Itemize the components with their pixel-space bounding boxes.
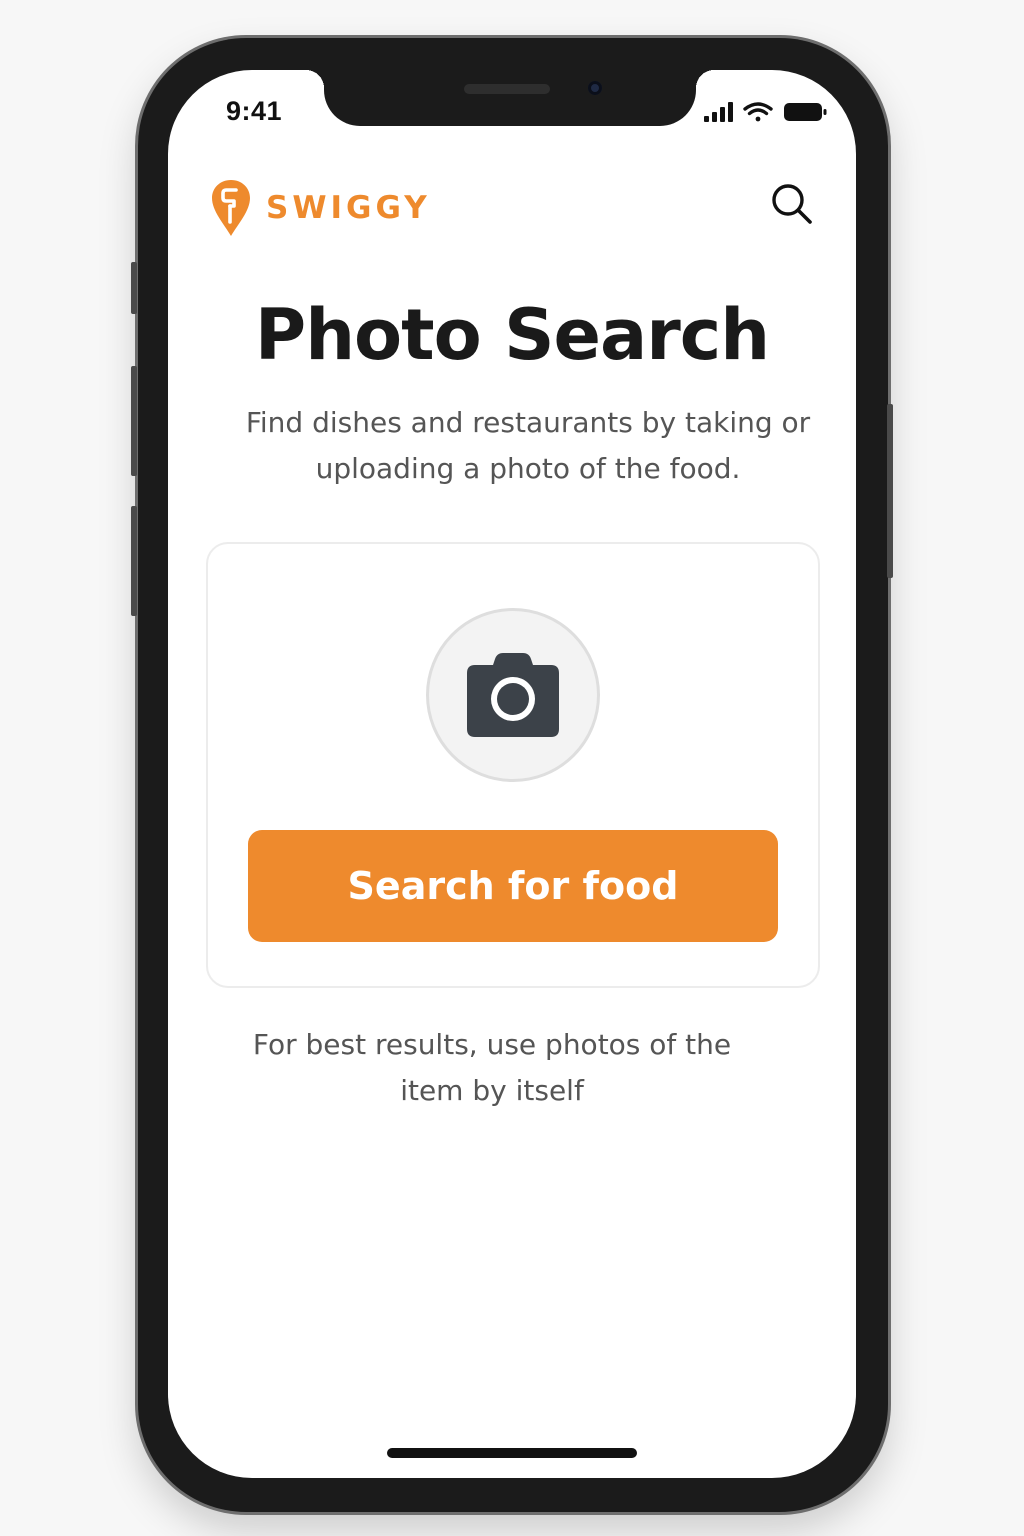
home-indicator[interactable] [387, 1448, 637, 1458]
camera-icon [467, 653, 559, 737]
search-for-food-button[interactable]: Search for food [248, 830, 778, 942]
page-title: Photo Search [254, 294, 770, 376]
best-results-hint: For best results, use photos of the item… [252, 1028, 732, 1107]
swiggy-logo-icon [212, 180, 250, 236]
wifi-icon [743, 102, 773, 122]
power-button [887, 404, 893, 578]
status-time: 9:41 [226, 96, 283, 126]
photo-search-card: Search for food [206, 542, 820, 988]
search-button[interactable] [768, 180, 816, 228]
earpiece-speaker [464, 84, 550, 94]
battery-icon [784, 103, 827, 121]
page-subtitle: Find dishes and restaurants by taking or… [245, 406, 811, 485]
signal-icon [704, 102, 733, 122]
app-header: SWIGGY [168, 170, 856, 250]
volume-up-button [131, 366, 137, 476]
front-camera [588, 81, 602, 95]
search-icon [772, 184, 812, 224]
status-icons [704, 100, 828, 124]
silent-switch [131, 262, 137, 314]
app-screen: 9:41 SWIGGY Photo Search Find dishes and… [168, 70, 856, 1478]
camera-capture-button[interactable] [426, 608, 600, 782]
volume-down-button [131, 506, 137, 616]
brand-name: SWIGGY [266, 190, 431, 226]
swiggy-logo[interactable]: SWIGGY [210, 176, 431, 240]
notch [306, 70, 714, 126]
